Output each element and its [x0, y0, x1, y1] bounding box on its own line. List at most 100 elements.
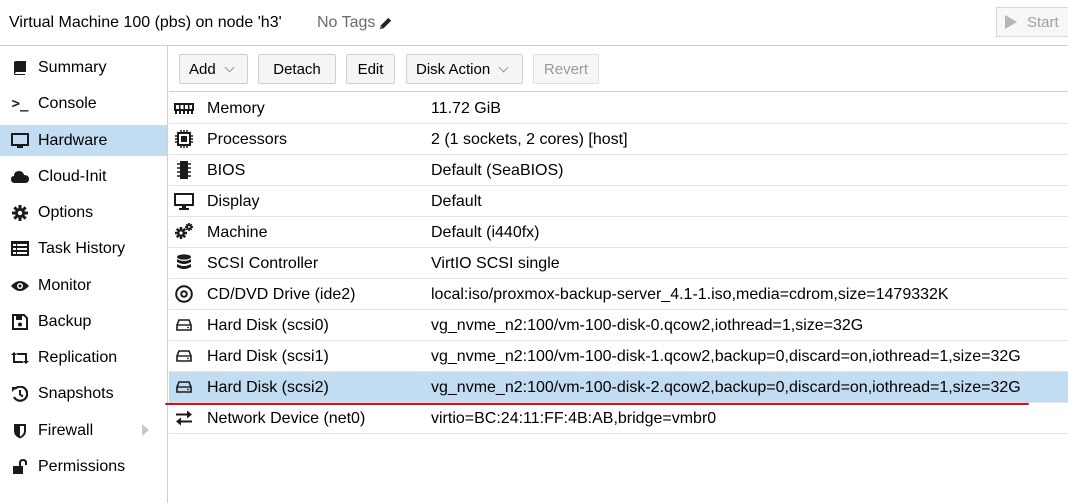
- table-row[interactable]: Processors 2 (1 sockets, 2 cores) [host]: [169, 124, 1068, 155]
- row-value: Default: [431, 193, 482, 210]
- table-row[interactable]: Display Default: [169, 186, 1068, 217]
- row-value: vg_nvme_n2:100/vm-100-disk-2.qcow2,backu…: [431, 379, 1021, 396]
- sidebar-item-label: Summary: [38, 58, 107, 76]
- row-value: vg_nvme_n2:100/vm-100-disk-0.qcow2,iothr…: [431, 317, 864, 334]
- microchip-icon: [173, 161, 195, 179]
- row-value: Default (SeaBIOS): [431, 162, 564, 179]
- sidebar-item-label: Monitor: [38, 276, 92, 294]
- annotation-underline: [165, 403, 1029, 405]
- hdd-icon: [173, 316, 195, 334]
- sidebar-item-label: Replication: [38, 348, 118, 366]
- add-button-label: Add: [189, 60, 216, 78]
- sidebar: Summary >_ Console Hardware Cloud-Init O…: [0, 46, 168, 503]
- sidebar-item-task-history[interactable]: Task History: [0, 233, 167, 264]
- sidebar-item-label: Hardware: [38, 131, 108, 149]
- cogs-icon: [173, 223, 195, 241]
- table-row[interactable]: SCSI Controller VirtIO SCSI single: [169, 248, 1068, 279]
- sidebar-item-label: Firewall: [38, 421, 94, 439]
- hdd-icon: [173, 347, 195, 365]
- table-row[interactable]: BIOS Default (SeaBIOS): [169, 155, 1068, 186]
- hardware-toolbar: Add Detach Edit Disk Action Revert: [169, 46, 1068, 92]
- shield-icon: [10, 422, 30, 440]
- revert-button-label: Revert: [543, 60, 589, 78]
- disk-action-button[interactable]: Disk Action: [406, 54, 523, 84]
- chevron-right-icon[interactable]: [142, 424, 149, 436]
- detach-button[interactable]: Detach: [258, 54, 336, 84]
- row-name: Memory: [207, 100, 265, 117]
- sidebar-item-hardware[interactable]: Hardware: [0, 125, 167, 156]
- start-button[interactable]: Start: [996, 7, 1068, 37]
- sidebar-item-options[interactable]: Options: [0, 197, 167, 228]
- cdrom-icon: [173, 285, 195, 303]
- table-row[interactable]: Hard Disk (scsi0) vg_nvme_n2:100/vm-100-…: [169, 310, 1068, 341]
- sidebar-item-label: Backup: [38, 312, 92, 330]
- row-value: virtio=BC:24:11:FF:4B:AB,bridge=vmbr0: [431, 410, 717, 427]
- sidebar-item-permissions[interactable]: Permissions: [0, 451, 167, 482]
- row-value: vg_nvme_n2:100/vm-100-disk-1.qcow2,backu…: [431, 348, 1021, 365]
- sidebar-item-replication[interactable]: Replication: [0, 342, 167, 373]
- sidebar-item-backup[interactable]: Backup: [0, 306, 167, 337]
- row-value: VirtIO SCSI single: [431, 255, 560, 272]
- play-icon: [1005, 15, 1017, 29]
- hdd-icon: [173, 378, 195, 396]
- row-value: Default (i440fx): [431, 224, 540, 241]
- sidebar-item-summary[interactable]: Summary: [0, 52, 167, 83]
- row-name: Hard Disk (scsi1): [207, 348, 329, 365]
- eye-icon: [10, 277, 30, 295]
- chevron-down-icon: [498, 62, 509, 72]
- sidebar-item-label: Console: [38, 94, 97, 112]
- row-value: 2 (1 sockets, 2 cores) [host]: [431, 131, 628, 148]
- sidebar-item-console[interactable]: >_ Console: [0, 88, 167, 119]
- list-icon: [10, 240, 30, 258]
- table-row[interactable]: Hard Disk (scsi1) vg_nvme_n2:100/vm-100-…: [169, 341, 1068, 372]
- chevron-down-icon: [224, 62, 235, 72]
- table-row[interactable]: Machine Default (i440fx): [169, 217, 1068, 248]
- vm-title: Virtual Machine 100 (pbs) on node 'h3': [9, 14, 282, 31]
- row-name: BIOS: [207, 162, 246, 179]
- exchange-icon: [173, 409, 195, 427]
- row-name: Hard Disk (scsi0): [207, 317, 329, 334]
- tags-label: No Tags: [317, 14, 376, 31]
- row-name: CD/DVD Drive (ide2): [207, 286, 356, 303]
- detach-button-label: Detach: [273, 60, 321, 78]
- sidebar-item-snapshots[interactable]: Snapshots: [0, 378, 167, 409]
- sidebar-item-firewall[interactable]: Firewall: [0, 415, 167, 446]
- sidebar-item-monitor[interactable]: Monitor: [0, 270, 167, 301]
- row-name: Display: [207, 193, 260, 210]
- row-name: SCSI Controller: [207, 255, 319, 272]
- desktop-icon: [173, 192, 195, 210]
- gear-icon: [10, 204, 30, 222]
- sidebar-item-label: Options: [38, 203, 94, 221]
- edit-button-label: Edit: [357, 60, 384, 78]
- unlock-icon: [10, 458, 30, 476]
- table-row-selected[interactable]: Hard Disk (scsi2) vg_nvme_n2:100/vm-100-…: [169, 372, 1068, 403]
- sidebar-item-label: Permissions: [38, 457, 126, 475]
- disk-action-button-label: Disk Action: [416, 60, 491, 78]
- cpu-icon: [173, 130, 195, 148]
- monitor-icon: [10, 132, 30, 150]
- tags-editor[interactable]: No Tags: [317, 14, 393, 32]
- row-name: Processors: [207, 131, 288, 148]
- sidebar-item-label: Cloud-Init: [38, 167, 107, 185]
- sidebar-item-label: Task History: [38, 239, 126, 257]
- table-row[interactable]: Network Device (net0) virtio=BC:24:11:FF…: [169, 403, 1068, 434]
- add-button[interactable]: Add: [179, 54, 248, 84]
- terminal-icon: >_: [11, 95, 29, 112]
- pencil-icon[interactable]: [378, 16, 393, 31]
- start-button-label: Start: [1027, 13, 1059, 31]
- row-value: local:iso/proxmox-backup-server_4.1-1.is…: [431, 286, 949, 303]
- revert-button[interactable]: Revert: [533, 54, 599, 84]
- row-value: 11.72 GiB: [431, 100, 501, 117]
- sidebar-item-cloud-init[interactable]: Cloud-Init: [0, 161, 167, 192]
- retweet-icon: [10, 349, 30, 367]
- table-row[interactable]: CD/DVD Drive (ide2) local:iso/proxmox-ba…: [169, 279, 1068, 310]
- edit-button[interactable]: Edit: [346, 54, 395, 84]
- row-name: Network Device (net0): [207, 410, 366, 427]
- floppy-icon: [10, 313, 30, 331]
- row-name: Hard Disk (scsi2): [207, 379, 329, 396]
- table-row[interactable]: Memory 11.72 GiB: [169, 93, 1068, 124]
- cloud-icon: [10, 168, 30, 186]
- database-icon: [173, 254, 195, 272]
- row-name: Machine: [207, 224, 268, 241]
- memory-icon: [173, 99, 195, 117]
